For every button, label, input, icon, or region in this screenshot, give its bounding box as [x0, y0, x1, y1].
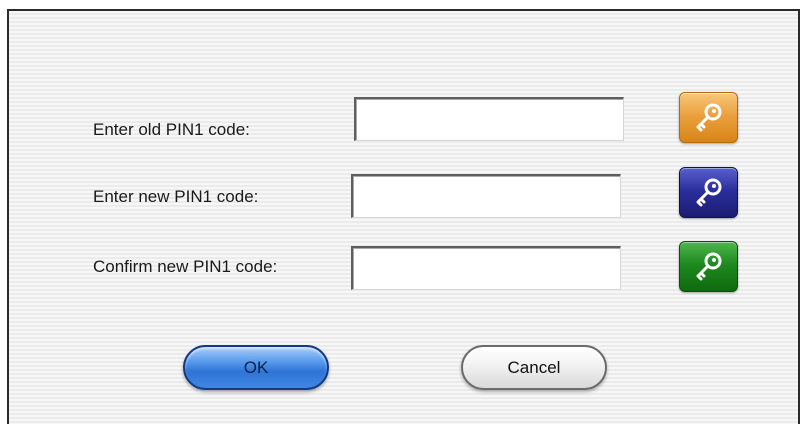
cancel-button[interactable]: Cancel — [461, 345, 607, 390]
key-icon — [696, 178, 721, 206]
pin-change-dialog: Enter old PIN1 code: Enter new PIN1 code… — [7, 9, 800, 424]
ok-button-label: OK — [243, 357, 269, 377]
old-pin-key-button[interactable] — [679, 92, 738, 143]
key-icon — [696, 103, 721, 131]
cancel-button-label: Cancel — [507, 357, 561, 377]
new-pin-input[interactable] — [351, 174, 621, 218]
confirm-pin-label: Confirm new PIN1 code: — [93, 257, 278, 276]
ok-button[interactable]: OK — [183, 345, 329, 390]
new-pin-label: Enter new PIN1 code: — [93, 187, 259, 206]
confirm-pin-key-button[interactable] — [679, 241, 738, 292]
new-pin-key-button[interactable] — [679, 167, 738, 218]
old-pin-input[interactable] — [354, 97, 624, 141]
old-pin-label: Enter old PIN1 code: — [93, 120, 250, 139]
key-icon — [696, 252, 721, 280]
confirm-pin-input[interactable] — [351, 246, 621, 290]
